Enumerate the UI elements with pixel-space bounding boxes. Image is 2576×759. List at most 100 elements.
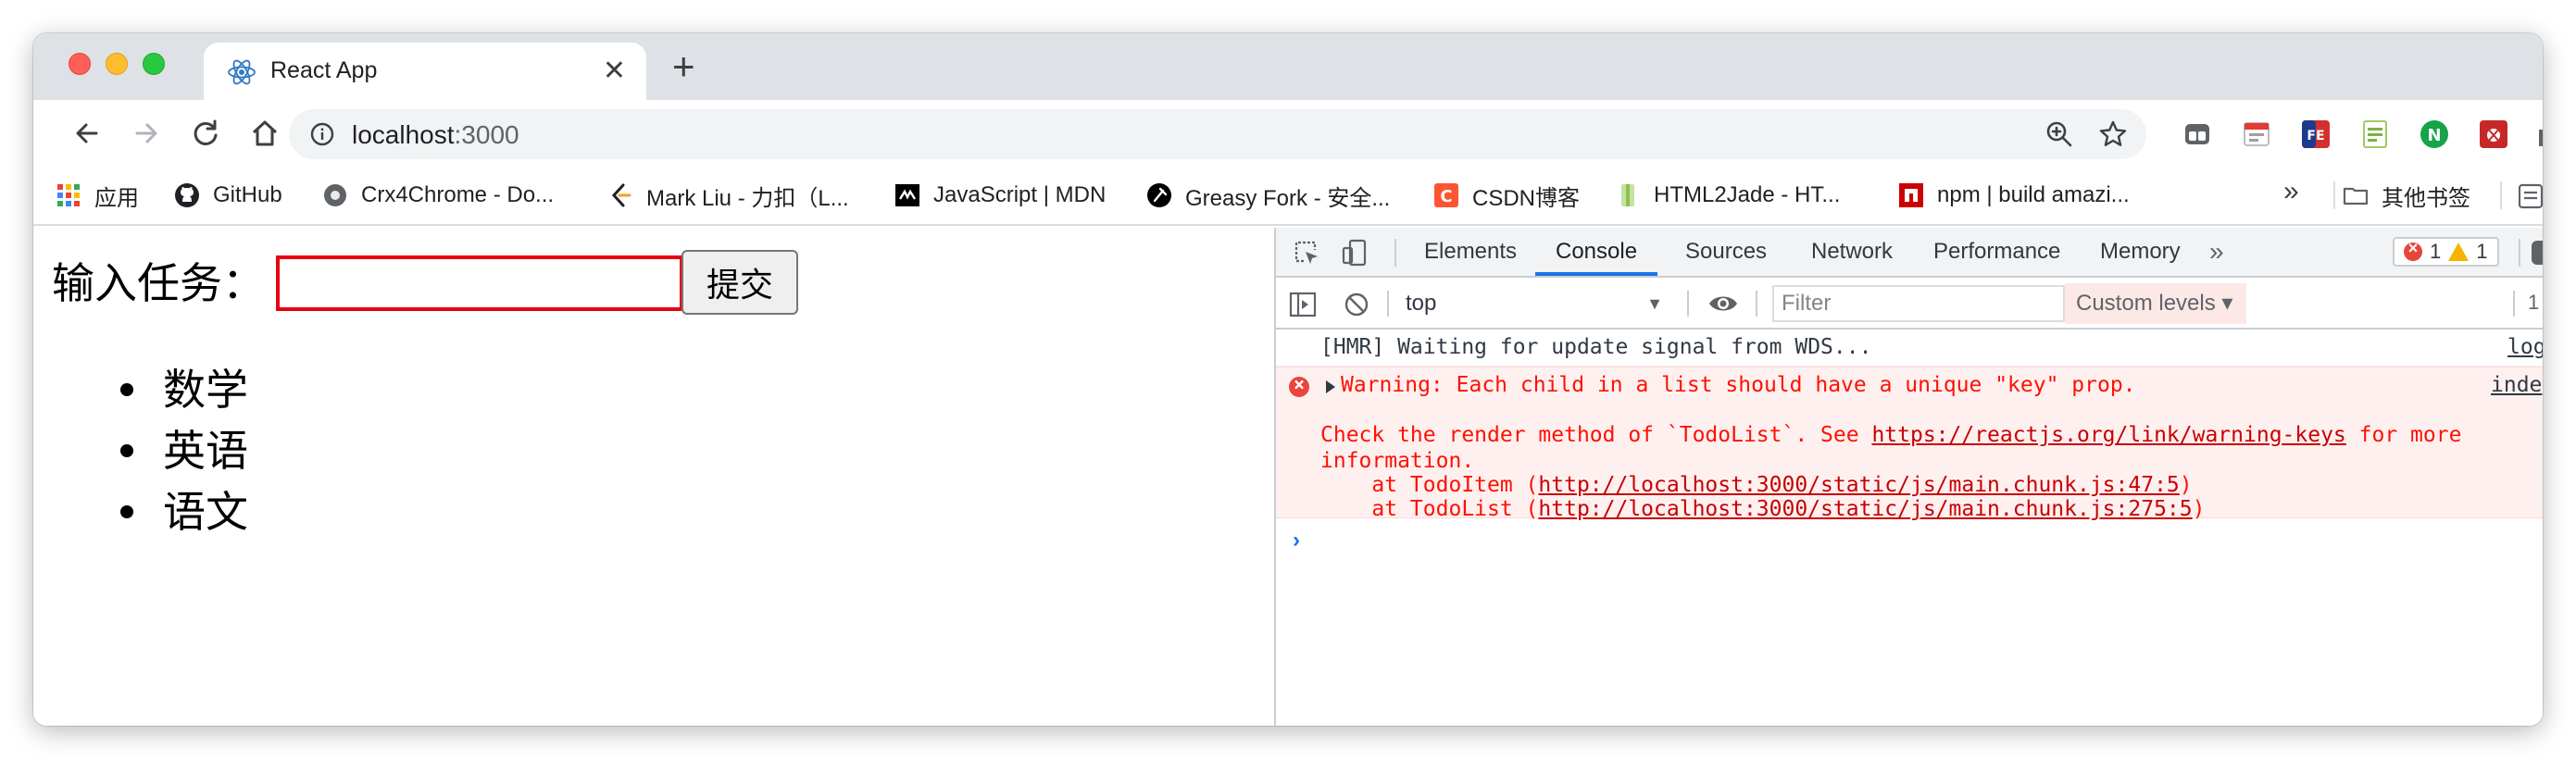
- toolbar-divider: [1687, 291, 1689, 317]
- todo-item: 数学: [120, 359, 248, 420]
- bookmark-label: Crx4Chrome - Do...: [361, 182, 555, 207]
- context-value: top: [1406, 291, 1437, 316]
- bookmarks-divider: [2333, 181, 2335, 209]
- tab-strip: React App ✕ +: [33, 33, 2543, 100]
- submit-button[interactable]: 提交: [682, 250, 798, 315]
- bookmark-github[interactable]: GitHub: [174, 180, 282, 211]
- bookmark-label: HTML2Jade - HT...: [1654, 182, 1841, 207]
- bookmark-leetcode[interactable]: Mark Liu - 力扣（L...: [607, 180, 849, 211]
- todo-list: 数学 英语 语文: [120, 359, 248, 542]
- stack-link[interactable]: http://localhost:3000/static/js/main.chu…: [1538, 473, 2179, 497]
- error-detail: Check the render method of `TodoList`. S…: [1320, 423, 2462, 447]
- bookmark-label: CSDN博客: [1472, 185, 1581, 211]
- more-tabs-button[interactable]: »: [2209, 228, 2224, 276]
- context-select[interactable]: top ▼: [1402, 287, 1670, 320]
- device-toolbar-icon[interactable]: [1341, 239, 1369, 267]
- devtools-panel: Elements Console Sources Network Perform…: [1274, 228, 2543, 726]
- task-label: 输入任务：: [52, 259, 265, 307]
- tab-memory[interactable]: Memory: [2100, 228, 2181, 276]
- home-icon[interactable]: [248, 117, 281, 150]
- error-source-link[interactable]: inde: [2491, 373, 2542, 397]
- tab-title: React App: [270, 57, 378, 83]
- bookmark-npm[interactable]: npm | build amazi...: [1898, 180, 2130, 211]
- extensions-puzzle-icon[interactable]: [2533, 118, 2543, 150]
- bookmark-crx4chrome[interactable]: Crx4Chrome - Do...: [322, 180, 554, 211]
- extension-n-icon[interactable]: N: [2419, 118, 2450, 150]
- extension-calendar-icon[interactable]: [2241, 118, 2272, 150]
- tab-performance[interactable]: Performance: [1933, 228, 2060, 276]
- sidebar-toggle-icon[interactable]: [1289, 291, 1317, 318]
- tab-react-app[interactable]: React App ✕: [204, 43, 646, 100]
- mdn-icon: [895, 184, 919, 206]
- new-tab-button[interactable]: +: [672, 47, 695, 86]
- forward-icon[interactable]: [130, 117, 163, 150]
- error-icon: [2404, 239, 2422, 261]
- bookmark-label: JavaScript | MDN: [933, 182, 1107, 207]
- bookmark-apps[interactable]: 应用: [56, 180, 139, 211]
- filter-input[interactable]: [1772, 285, 2065, 322]
- apps-grid-icon: [57, 184, 80, 206]
- console-log-message: [HMR] Waiting for update signal from WDS…: [1276, 330, 2543, 367]
- settings-gear-icon[interactable]: [2532, 241, 2543, 265]
- error-count: 1: [2430, 240, 2442, 263]
- site-info-icon[interactable]: [309, 121, 335, 147]
- tab-close-icon[interactable]: ✕: [603, 56, 626, 87]
- stack-link[interactable]: http://localhost:3000/static/js/main.chu…: [1538, 497, 2192, 521]
- extension-bug-icon[interactable]: [2478, 118, 2509, 150]
- window-minimize-button[interactable]: [106, 53, 128, 75]
- dropdown-arrow-icon: ▼: [1646, 294, 1663, 313]
- inspect-element-icon[interactable]: [1293, 239, 1320, 267]
- zoom-icon[interactable]: [2045, 119, 2074, 149]
- toolbar: localhost:3000 FE N: [33, 100, 2543, 167]
- hidden-count: 1: [2528, 291, 2540, 314]
- tab-network[interactable]: Network: [1811, 228, 1893, 276]
- console-error-message: Warning: Each child in a list should hav…: [1276, 367, 2543, 521]
- warning-count: 1: [2476, 240, 2488, 263]
- toolbar-divider: [1387, 291, 1389, 317]
- bookmarks-overflow-button[interactable]: »: [2283, 176, 2299, 207]
- bookmark-label: 其他书签: [2382, 185, 2470, 211]
- log-source-link[interactable]: log: [2507, 335, 2543, 359]
- console-prompt[interactable]: ›: [1293, 528, 1300, 554]
- bookmarks-bar: 应用 GitHub Crx4Chrome - Do... Mark Liu - …: [33, 167, 2543, 226]
- toolbar-divider: [2513, 291, 2515, 317]
- todo-item: 语文: [120, 481, 248, 542]
- tab-sources[interactable]: Sources: [1685, 228, 1767, 276]
- bookmark-label: 应用: [94, 185, 139, 211]
- tab-elements[interactable]: Elements: [1424, 228, 1517, 276]
- bookmark-label: npm | build amazi...: [1937, 182, 2130, 207]
- task-input[interactable]: [276, 255, 683, 311]
- toolbar-divider: [1394, 239, 1396, 267]
- reading-list-icon[interactable]: [2519, 183, 2543, 209]
- warning-keys-link[interactable]: https://reactjs.org/link/warning-keys: [1871, 423, 2345, 447]
- tab-console[interactable]: Console: [1535, 228, 1658, 276]
- reload-icon[interactable]: [189, 117, 222, 150]
- extension-window-icon[interactable]: [2182, 118, 2213, 150]
- bookmark-mdn[interactable]: JavaScript | MDN: [894, 180, 1106, 211]
- log-levels-dropdown[interactable]: Custom levels ▾: [2065, 283, 2246, 324]
- stack-frame: at TodoItem (http://localhost:3000/stati…: [1320, 473, 2193, 497]
- bookmark-csdn[interactable]: C CSDN博客: [1433, 180, 1580, 211]
- bookmark-star-icon[interactable]: [2098, 119, 2128, 149]
- csdn-icon: C: [1434, 183, 1458, 207]
- live-expression-eye-icon[interactable]: [1707, 291, 1739, 317]
- toolbar-divider: [1756, 291, 1757, 317]
- browser-window: React App ✕ + localhost:3000 FE N 应用 Git…: [33, 33, 2543, 726]
- issue-counter[interactable]: 1 1: [2393, 237, 2499, 267]
- extension-sheet-icon[interactable]: [2359, 118, 2391, 150]
- window-close-button[interactable]: [69, 53, 91, 75]
- extension-fehelper-icon[interactable]: FE: [2300, 118, 2332, 150]
- other-bookmarks[interactable]: 其他书签: [2343, 180, 2470, 211]
- bookmark-html2jade[interactable]: HTML2Jade - HT...: [1615, 180, 1840, 211]
- react-icon: [228, 59, 256, 85]
- bookmark-greasyfork[interactable]: Greasy Fork - 安全...: [1146, 180, 1390, 211]
- back-icon[interactable]: [70, 117, 104, 150]
- folder-icon: [2343, 187, 2369, 205]
- clear-console-icon[interactable]: [1343, 291, 1370, 318]
- error-title: Warning: Each child in a list should hav…: [1341, 373, 2136, 397]
- expand-triangle-icon[interactable]: [1326, 380, 1335, 393]
- page-content: 输入任务： 提交 数学 英语 语文: [33, 228, 1274, 726]
- address-bar[interactable]: localhost:3000: [289, 109, 2146, 159]
- svg-text:FE: FE: [2307, 129, 2324, 143]
- window-maximize-button[interactable]: [143, 53, 165, 75]
